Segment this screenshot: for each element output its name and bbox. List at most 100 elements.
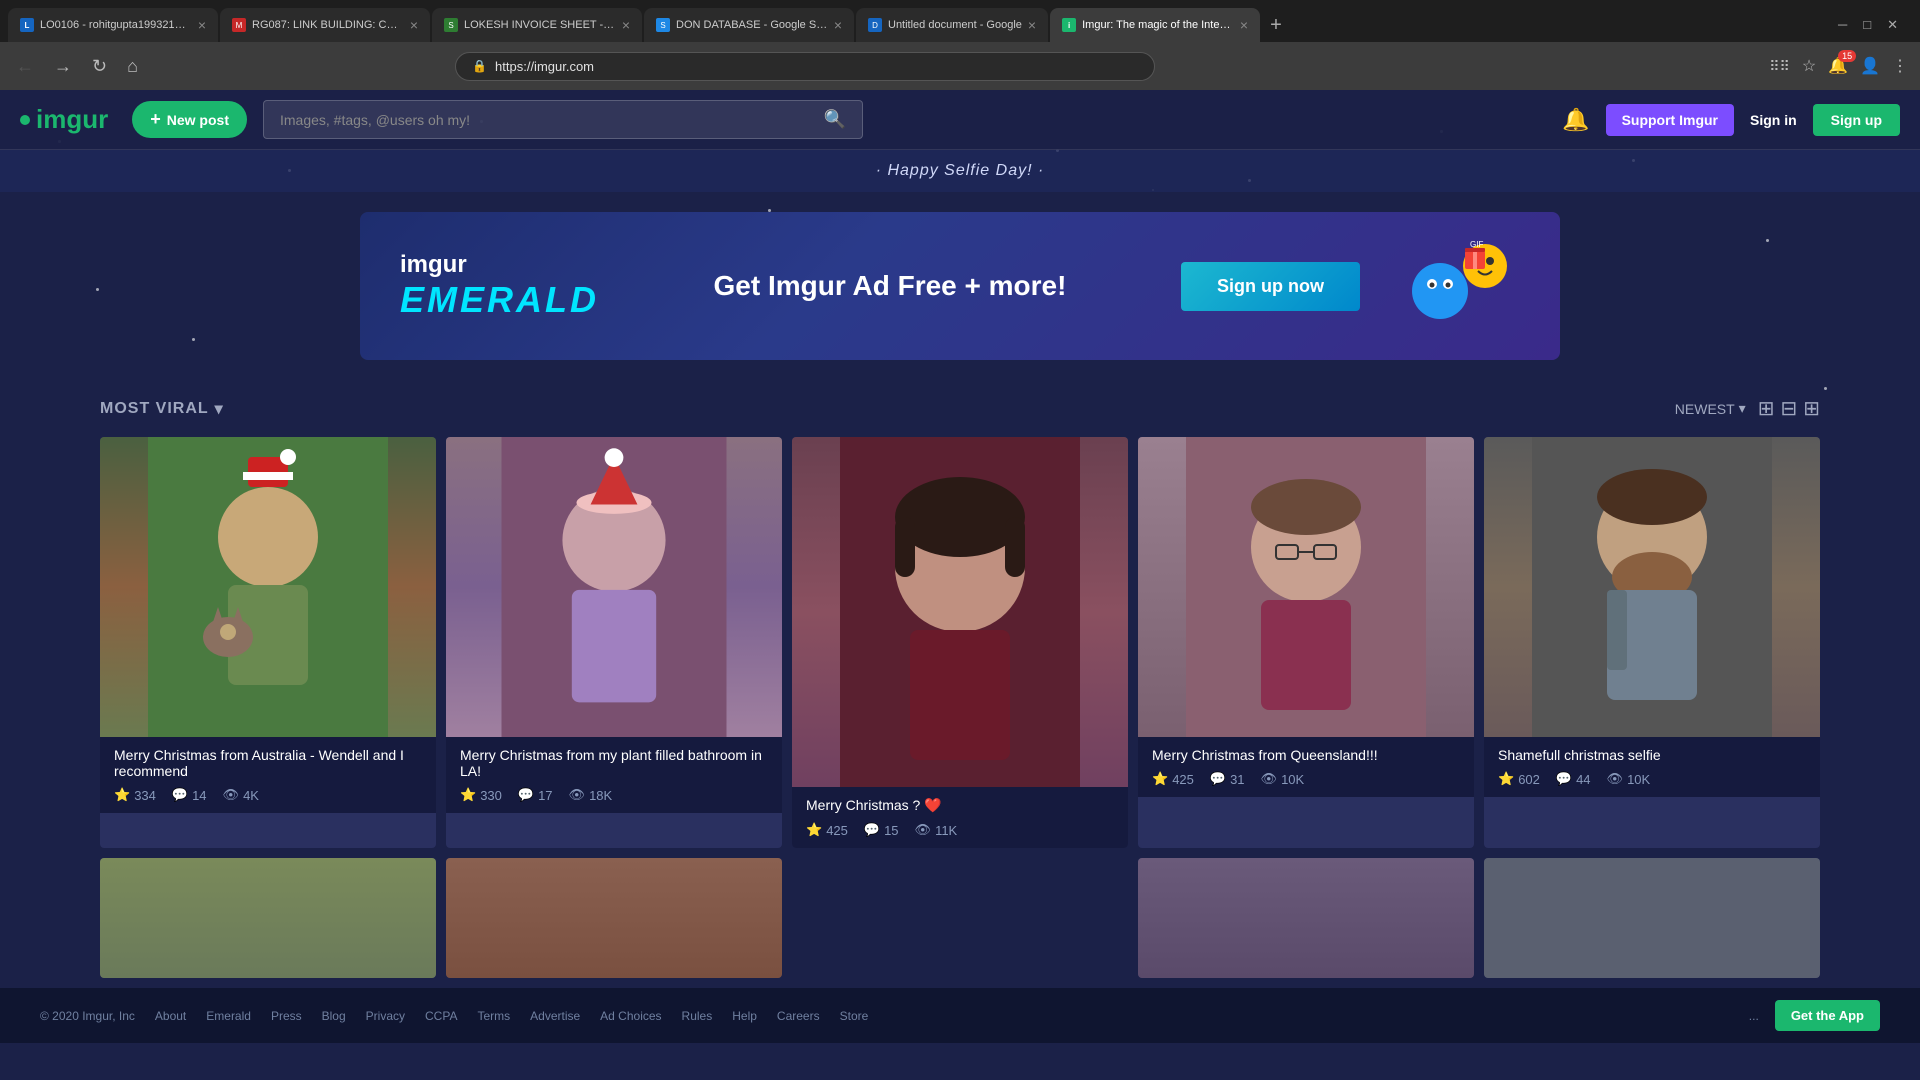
footer-store[interactable]: Store (840, 1009, 869, 1023)
post-card-info-3: Merry Christmas ? ❤️ ⭐ 425 💬 15 👁 11K (792, 787, 1128, 848)
tab-lo0106[interactable]: L LO0106 - rohitgupta199321@... × (8, 8, 218, 42)
footer-press[interactable]: Press (271, 1009, 302, 1023)
promo-text: Get Imgur Ad Free + more! (639, 270, 1141, 302)
tab-label-lokesh: LOKESH INVOICE SHEET - Go... (464, 19, 616, 31)
upvote-stat-3: ⭐ 425 (806, 822, 848, 838)
url-text: https://imgur.com (495, 59, 1138, 74)
tab-favicon-imgur: i (1062, 18, 1076, 32)
win-close[interactable]: ✕ (1881, 17, 1904, 33)
footer-about[interactable]: About (155, 1009, 186, 1023)
tab-close-gdoc[interactable]: × (1028, 17, 1036, 33)
copyright-text: © 2020 Imgur, Inc (40, 1009, 135, 1023)
view-medium-icon[interactable]: ⊟ (1780, 396, 1797, 421)
toolbar-icons: ⠿⠿ ☆ 🔔 👤 ⋮ (1769, 56, 1908, 76)
menu-icon[interactable]: ⋮ (1892, 56, 1908, 76)
view-small-icon[interactable]: ⊞ (1803, 396, 1820, 421)
new-tab-button[interactable]: + (1262, 14, 1290, 37)
support-button[interactable]: Support Imgur (1606, 104, 1734, 136)
footer-emerald[interactable]: Emerald (206, 1009, 251, 1023)
tab-imgur[interactable]: i Imgur: The magic of the Intern... × (1050, 8, 1260, 42)
post-card-3[interactable]: Merry Christmas ? ❤️ ⭐ 425 💬 15 👁 11K (792, 437, 1128, 848)
tab-rg087[interactable]: M RG087: LINK BUILDING: CB N... × (220, 8, 430, 42)
tab-close-don[interactable]: × (834, 17, 842, 33)
refresh-button[interactable]: ↻ (88, 52, 111, 81)
footer: © 2020 Imgur, Inc About Emerald Press Bl… (0, 988, 1920, 1043)
tab-close-lo[interactable]: × (198, 17, 206, 33)
signin-button[interactable]: Sign in (1750, 112, 1797, 128)
account-icon[interactable]: 👤 (1860, 56, 1880, 76)
search-input[interactable] (280, 112, 816, 128)
extensions-icon[interactable]: ⠿⠿ (1769, 58, 1790, 75)
tab-favicon-lo: L (20, 18, 34, 32)
comment-stat-2: 💬 17 (518, 787, 553, 803)
new-post-button[interactable]: + New post (132, 101, 247, 138)
upvote-stat-2: ⭐ 330 (460, 787, 502, 803)
footer-careers[interactable]: Careers (777, 1009, 820, 1023)
search-button[interactable]: 🔍 (824, 109, 846, 130)
emerald-logo: imgur EMERALD (400, 251, 599, 321)
post-title-4: Merry Christmas from Queensland!!! (1152, 747, 1460, 763)
newest-dropdown[interactable]: NEWEST ▾ (1675, 400, 1746, 417)
search-bar[interactable]: 🔍 (263, 100, 863, 139)
footer-advertise[interactable]: Advertise (530, 1009, 580, 1023)
tab-close-rg[interactable]: × (410, 17, 418, 33)
view-toggle-icons: ⊞ ⊟ ⊞ (1758, 396, 1820, 421)
footer-terms[interactable]: Terms (477, 1009, 510, 1023)
tab-label-rg: RG087: LINK BUILDING: CB N... (252, 19, 404, 31)
post-stats-4: ⭐ 425 💬 31 👁 10K (1152, 771, 1460, 787)
row2-gap (792, 858, 1128, 978)
post-card-8[interactable] (1138, 858, 1474, 978)
tab-label-lo: LO0106 - rohitgupta199321@... (40, 19, 192, 31)
tab-don[interactable]: S DON DATABASE - Google She... × (644, 8, 854, 42)
imgur-page: imgur + New post 🔍 🔔 Support Imgur Sign … (0, 90, 1920, 1080)
newest-label: NEWEST (1675, 401, 1735, 417)
mascot-svg: GIF (1400, 236, 1520, 336)
upvote-stat-4: ⭐ 425 (1152, 771, 1194, 787)
get-app-button[interactable]: Get the App (1775, 1000, 1880, 1031)
post-photo-svg-1 (100, 437, 436, 737)
post-card-6[interactable] (100, 858, 436, 978)
win-minimize[interactable]: ─ (1832, 17, 1853, 33)
post-card-1[interactable]: Merry Christmas from Australia - Wendell… (100, 437, 436, 848)
footer-blog[interactable]: Blog (322, 1009, 346, 1023)
upvote-stat-5: ⭐ 602 (1498, 771, 1540, 787)
tab-close-lokesh[interactable]: × (622, 17, 630, 33)
signup-now-button[interactable]: Sign up now (1181, 262, 1360, 311)
image-grid-row2 (100, 858, 1820, 978)
post-image-1 (100, 437, 436, 737)
post-card-4[interactable]: Merry Christmas from Queensland!!! ⭐ 425… (1138, 437, 1474, 848)
post-card-2[interactable]: Merry Christmas from my plant filled bat… (446, 437, 782, 848)
url-bar[interactable]: 🔒 https://imgur.com (455, 52, 1155, 81)
post-card-9[interactable] (1484, 858, 1820, 978)
tab-favicon-don: S (656, 18, 670, 32)
post-card-info-2: Merry Christmas from my plant filled bat… (446, 737, 782, 813)
home-button[interactable]: ⌂ (123, 52, 142, 81)
notifications-icon[interactable]: 🔔 (1828, 56, 1848, 76)
tab-close-imgur[interactable]: × (1240, 17, 1248, 33)
post-image-3 (792, 437, 1128, 787)
tab-bar: L LO0106 - rohitgupta199321@... × M RG08… (0, 0, 1920, 42)
footer-ad-choices[interactable]: Ad Choices (600, 1009, 661, 1023)
address-bar: ← → ↻ ⌂ 🔒 https://imgur.com ⠿⠿ ☆ 🔔 👤 ⋮ (0, 42, 1920, 90)
post-stats-5: ⭐ 602 💬 44 👁 10K (1498, 771, 1806, 787)
post-card-info-4: Merry Christmas from Queensland!!! ⭐ 425… (1138, 737, 1474, 797)
post-card-5[interactable]: Shamefull christmas selfie ⭐ 602 💬 44 👁 … (1484, 437, 1820, 848)
post-card-7[interactable] (446, 858, 782, 978)
bookmark-icon[interactable]: ☆ (1802, 56, 1816, 76)
tab-gdoc[interactable]: D Untitled document - Google × (856, 8, 1048, 42)
selfie-day-label: Happy Selfie Day! (887, 162, 1032, 179)
signup-button[interactable]: Sign up (1813, 104, 1900, 136)
forward-button[interactable]: → (50, 52, 76, 81)
win-maximize[interactable]: □ (1857, 17, 1877, 33)
back-button[interactable]: ← (12, 52, 38, 81)
notification-icon[interactable]: 🔔 (1562, 107, 1589, 133)
view-large-icon[interactable]: ⊞ (1758, 396, 1775, 421)
footer-privacy[interactable]: Privacy (366, 1009, 405, 1023)
footer-ccpa[interactable]: CCPA (425, 1009, 457, 1023)
most-viral-dropdown[interactable]: MOST VIRAL ▾ (100, 399, 224, 419)
tab-lokesh[interactable]: S LOKESH INVOICE SHEET - Go... × (432, 8, 642, 42)
plus-icon: + (150, 109, 161, 130)
imgur-logo[interactable]: imgur (20, 104, 108, 135)
footer-help[interactable]: Help (732, 1009, 757, 1023)
footer-rules[interactable]: Rules (682, 1009, 713, 1023)
